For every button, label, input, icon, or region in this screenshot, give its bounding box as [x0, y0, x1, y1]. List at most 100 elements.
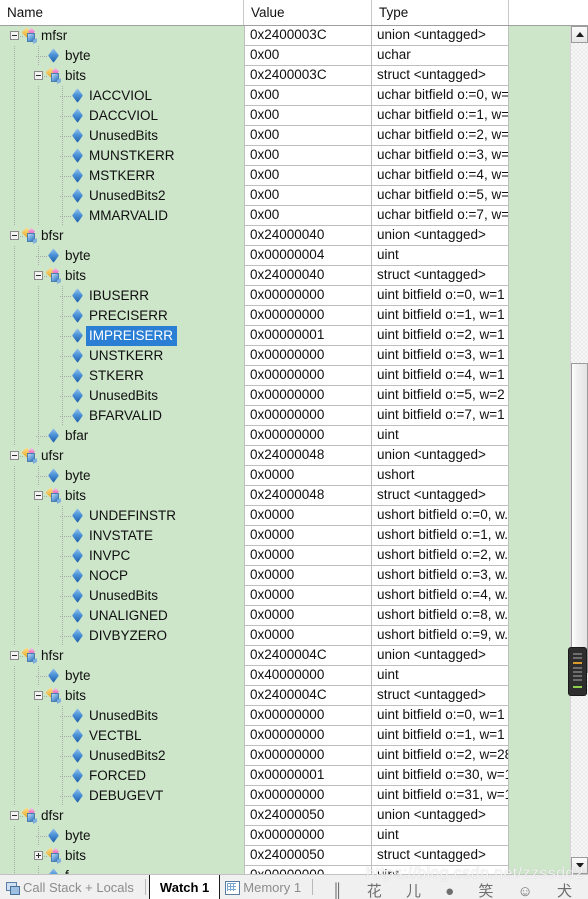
cell-value[interactable]: 0x00000000 — [244, 406, 372, 426]
cell-name[interactable]: UNSTKERR — [0, 346, 244, 366]
tree-node-label[interactable]: bits — [65, 686, 86, 706]
cell-name[interactable]: bits — [0, 66, 244, 86]
cell-value[interactable]: 0x0000 — [244, 526, 372, 546]
table-row[interactable]: bits 0x24000050 struct <untagged> — [0, 846, 570, 866]
cell-name[interactable]: UnusedBits — [0, 706, 244, 726]
tree-node-label[interactable]: bfar — [65, 426, 88, 446]
cell-value[interactable]: 0x24000050 — [244, 846, 372, 866]
tree-node-label[interactable]: bits — [65, 66, 86, 86]
cell-name[interactable]: bits — [0, 266, 244, 286]
cell-name[interactable]: UNDEFINSTR — [0, 506, 244, 526]
cell-value[interactable]: 0x0000 — [244, 626, 372, 646]
cell-value[interactable]: 0x00 — [244, 206, 372, 226]
table-row[interactable]: DIVBYZERO 0x0000 ushort bitfield o:=9, w..… — [0, 626, 570, 646]
tree-node-label[interactable]: byte — [65, 826, 91, 846]
table-row[interactable]: VECTBL 0x00000000 uint bitfield o:=1, w=1 — [0, 726, 570, 746]
column-header-name[interactable]: Name — [0, 0, 244, 25]
table-row[interactable]: UNALIGNED 0x0000 ushort bitfield o:=8, w..… — [0, 606, 570, 626]
cell-value[interactable]: 0x00 — [244, 166, 372, 186]
table-row[interactable]: NOCP 0x0000 ushort bitfield o:=3, w... — [0, 566, 570, 586]
cell-name[interactable]: STKERR — [0, 366, 244, 386]
table-row[interactable]: UnusedBits 0x0000 ushort bitfield o:=4, w.… — [0, 586, 570, 606]
tree-node-label[interactable]: MSTKERR — [89, 166, 155, 186]
cell-value[interactable]: 0x2400003C — [244, 26, 372, 46]
cell-value[interactable]: 0x0000 — [244, 606, 372, 626]
table-row[interactable]: PRECISERR 0x00000000 uint bitfield o:=1, w… — [0, 306, 570, 326]
table-row[interactable]: MMARVALID 0x00 uchar bitfield o:=7, w=1 — [0, 206, 570, 226]
scroll-up-arrow-button[interactable] — [571, 26, 588, 43]
table-row[interactable]: FORCED 0x00000001 uint bitfield o:=30, w=1 — [0, 766, 570, 786]
cell-name[interactable]: dfsr — [0, 806, 244, 826]
tree-node-label[interactable]: BFARVALID — [89, 406, 162, 426]
cell-value[interactable]: 0x2400003C — [244, 66, 372, 86]
collapse-node-button[interactable] — [34, 271, 43, 280]
cell-value[interactable]: 0x00 — [244, 86, 372, 106]
tree-node-label[interactable]: byte — [65, 246, 91, 266]
cell-name[interactable]: IBUSERR — [0, 286, 244, 306]
tree-node-label[interactable]: bits — [65, 846, 86, 866]
cell-name[interactable]: byte — [0, 46, 244, 66]
table-row[interactable]: IACCVIOL 0x00 uchar bitfield o:=0, w=1 — [0, 86, 570, 106]
tree-node-label[interactable]: DIVBYZERO — [89, 626, 167, 646]
tree-node-label[interactable]: byte — [65, 46, 91, 66]
cell-value[interactable]: 0x24000040 — [244, 226, 372, 246]
cell-value[interactable]: 0x24000050 — [244, 806, 372, 826]
column-header-blank[interactable] — [509, 0, 588, 25]
cell-value[interactable]: 0x00000000 — [244, 726, 372, 746]
table-row[interactable]: bits 0x2400004C struct <untagged> — [0, 686, 570, 706]
table-row[interactable]: INVPC 0x0000 ushort bitfield o:=2, w... — [0, 546, 570, 566]
tree-node-label[interactable]: MUNSTKERR — [89, 146, 175, 166]
cell-name[interactable]: mfsr — [0, 26, 244, 46]
table-row[interactable]: BFARVALID 0x00000000 uint bitfield o:=7, w… — [0, 406, 570, 426]
cell-value[interactable]: 0x40000000 — [244, 666, 372, 686]
tree-node-label[interactable]: VECTBL — [89, 726, 142, 746]
cell-value[interactable]: 0x00000000 — [244, 746, 372, 766]
tree-node-label[interactable]: DEBUGEVT — [89, 786, 163, 806]
cell-name[interactable]: f — [0, 866, 244, 874]
cell-name[interactable]: UnusedBits2 — [0, 186, 244, 206]
tree-node-label[interactable]: UnusedBits — [89, 586, 158, 606]
cell-name[interactable]: hfsr — [0, 646, 244, 666]
cell-name[interactable]: PRECISERR — [0, 306, 244, 326]
collapse-node-button[interactable] — [10, 811, 19, 820]
collapse-node-button[interactable] — [10, 231, 19, 240]
scrollbar-track[interactable] — [571, 43, 588, 857]
cell-name[interactable]: bits — [0, 486, 244, 506]
tree-node-label[interactable]: UnusedBits — [89, 126, 158, 146]
table-row[interactable]: byte 0x00000000 uint — [0, 826, 570, 846]
tree-node-label[interactable]: dfsr — [41, 806, 64, 826]
table-row[interactable]: bits 0x24000048 struct <untagged> — [0, 486, 570, 506]
collapse-node-button[interactable] — [34, 71, 43, 80]
table-row[interactable]: UNSTKERR 0x00000000 uint bitfield o:=3, w=… — [0, 346, 570, 366]
cell-value[interactable]: 0x00000000 — [244, 386, 372, 406]
cell-value[interactable]: 0x00000000 — [244, 286, 372, 306]
cell-name[interactable]: byte — [0, 826, 244, 846]
cell-value[interactable]: 0x00 — [244, 126, 372, 146]
cell-name[interactable]: UnusedBits — [0, 586, 244, 606]
table-row[interactable]: DACCVIOL 0x00 uchar bitfield o:=1, w=1 — [0, 106, 570, 126]
tree-node-label[interactable]: mfsr — [41, 26, 67, 46]
tree-node-label[interactable]: IBUSERR — [89, 286, 149, 306]
collapse-node-button[interactable] — [10, 31, 19, 40]
cell-value[interactable]: 0x00000001 — [244, 766, 372, 786]
table-row[interactable]: f 0x00000000uint — [0, 866, 570, 874]
cell-name[interactable]: MUNSTKERR — [0, 146, 244, 166]
tab-watch-1[interactable]: Watch 1 — [148, 875, 221, 899]
tree-node-label[interactable]: UNSTKERR — [89, 346, 163, 366]
table-row[interactable]: bfar 0x00000000 uint — [0, 426, 570, 446]
cell-name[interactable]: VECTBL — [0, 726, 244, 746]
tab-call-stack-locals[interactable]: Call Stack + Locals — [0, 875, 142, 899]
cell-value[interactable]: 0x00000000 — [244, 786, 372, 806]
tree-node-label[interactable]: STKERR — [89, 366, 144, 386]
cell-name[interactable]: INVPC — [0, 546, 244, 566]
table-row[interactable]: UNDEFINSTR 0x0000 ushort bitfield o:=0, w.… — [0, 506, 570, 526]
cell-value[interactable]: 0x24000048 — [244, 446, 372, 466]
tree-node-label[interactable]: UnusedBits — [89, 706, 158, 726]
table-row[interactable]: bfsr 0x24000040 union <untagged> — [0, 226, 570, 246]
table-row[interactable]: DEBUGEVT 0x00000000 uint bitfield o:=31, w… — [0, 786, 570, 806]
table-row[interactable]: IMPREISERR 0x00000001 uint bitfield o:=2, … — [0, 326, 570, 346]
bottom-tab-bar[interactable]: Call Stack + Locals Watch 1 Memory 1 — [0, 874, 588, 899]
cell-value[interactable]: 0x00000000 — [244, 306, 372, 326]
cell-value[interactable]: 0x00 — [244, 46, 372, 66]
cell-name[interactable]: bits — [0, 846, 244, 866]
